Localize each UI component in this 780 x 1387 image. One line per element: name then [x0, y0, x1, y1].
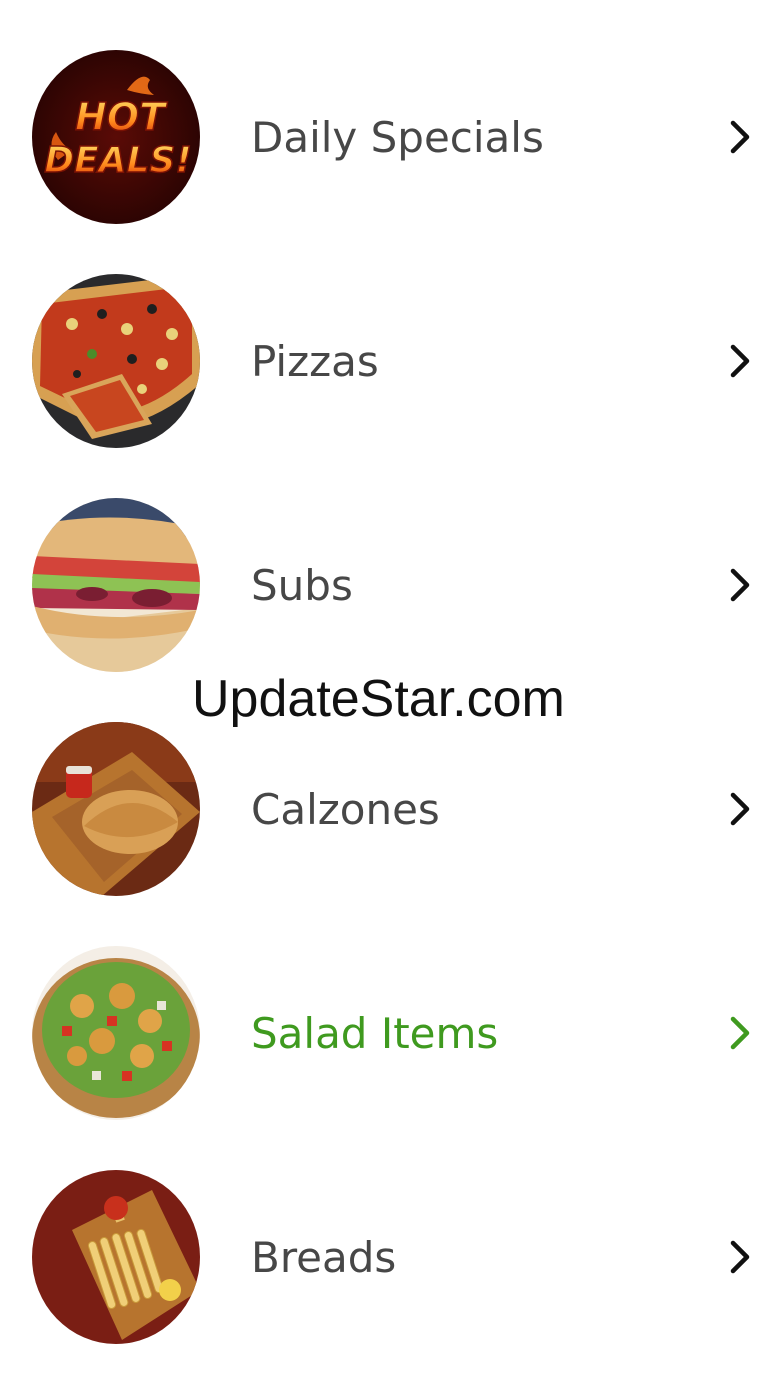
svg-text:DEALS!: DEALS! — [44, 140, 192, 181]
menu-item-label: Pizzas — [251, 337, 379, 386]
chevron-right-icon — [726, 565, 754, 605]
watermark-text: UpdateStar.com — [192, 670, 565, 728]
menu-item-pizzas[interactable]: Pizzas — [0, 248, 780, 472]
pizza-image — [32, 274, 200, 448]
salad-image — [32, 946, 200, 1120]
menu-item-label: Breads — [251, 1233, 397, 1282]
menu-item-daily-specials[interactable]: HOT DEALS! Daily Specials — [0, 24, 780, 248]
calzone-image — [32, 722, 200, 896]
menu-item-label: Calzones — [251, 785, 440, 834]
breadsticks-image — [32, 1170, 200, 1344]
menu-item-label: Salad Items — [251, 1009, 499, 1058]
chevron-right-icon — [726, 117, 754, 157]
menu-item-salad-items[interactable]: Salad Items — [0, 920, 780, 1144]
menu-item-subs[interactable]: Subs — [0, 472, 780, 696]
chevron-right-icon — [726, 341, 754, 381]
menu-item-breads[interactable]: Breads — [0, 1144, 780, 1368]
sub-sandwich-image — [32, 498, 200, 672]
chevron-right-icon — [726, 1237, 754, 1277]
chevron-right-icon — [726, 789, 754, 829]
menu-item-label: Subs — [251, 561, 353, 610]
menu-item-label: Daily Specials — [251, 113, 544, 162]
chevron-right-icon — [726, 1013, 754, 1053]
hot-deals-image: HOT DEALS! — [32, 50, 200, 224]
svg-text:HOT: HOT — [75, 95, 168, 139]
